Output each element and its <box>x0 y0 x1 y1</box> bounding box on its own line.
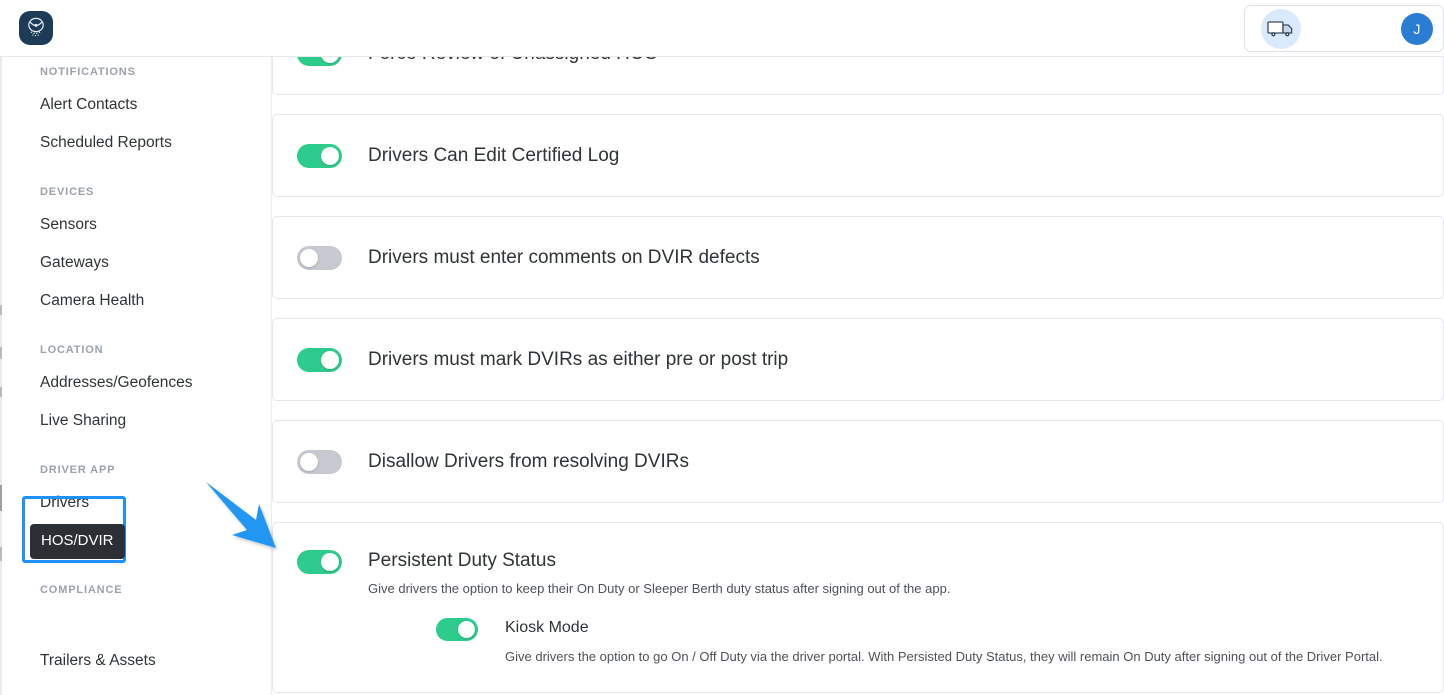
sidebar-item-scheduled-reports[interactable]: Scheduled Reports <box>0 127 271 159</box>
toggle-cell <box>273 245 368 270</box>
sidebar-group-label: DEVICES <box>40 186 95 198</box>
scroll-tick <box>0 305 2 315</box>
setting-card: Persistent Duty Status Give drivers the o… <box>272 522 1444 693</box>
top-header-bar: J <box>0 0 1444 57</box>
label-cell: Persistent Duty Status Give drivers the o… <box>368 549 1443 666</box>
setting-row: Persistent Duty Status Give drivers the o… <box>273 523 1443 692</box>
toggle-disallow-drivers-resolving-dvirs[interactable] <box>297 450 342 474</box>
sidebar-group-label: COMPLIANCE <box>40 584 123 596</box>
toggle-kiosk-mode[interactable] <box>436 618 478 641</box>
sidebar-item-live-sharing[interactable]: Live Sharing <box>0 405 271 437</box>
settings-main-panel: Force Review of Unassigned HOS Drivers Ca… <box>272 57 1444 695</box>
toggle-cell <box>273 449 368 474</box>
setting-row: Disallow Drivers from resolving DVIRs <box>273 421 1443 502</box>
scroll-tick <box>0 387 2 397</box>
label-cell: Drivers must enter comments on DVIR defe… <box>368 246 1443 270</box>
sidebar-item-addresses-geofences[interactable]: Addresses/Geofences <box>0 367 271 399</box>
sidebar-item-trailers-assets[interactable]: Trailers & Assets <box>0 645 271 677</box>
setting-title: Persistent Duty Status <box>368 550 556 571</box>
toggle-knob <box>321 351 339 369</box>
sidebar-item-gateways[interactable]: Gateways <box>0 247 271 279</box>
setting-card: Drivers must enter comments on DVIR defe… <box>272 216 1444 299</box>
toggle-cell <box>273 347 368 372</box>
toggle-cell <box>273 57 368 66</box>
label-cell: Disallow Drivers from resolving DVIRs <box>368 450 1443 474</box>
sidebar-item-alert-contacts[interactable]: Alert Contacts <box>0 89 271 121</box>
scroll-thumb[interactable] <box>0 485 2 511</box>
toggle-knob <box>300 249 318 267</box>
sidebar-item-camera-health[interactable]: Camera Health <box>0 285 271 317</box>
user-avatar[interactable]: J <box>1401 12 1433 45</box>
sub-label-cell: Kiosk Mode Give drivers the option to go … <box>505 617 1427 666</box>
sidebar-item-sensors[interactable]: Sensors <box>0 209 271 241</box>
settings-card-list: Force Review of Unassigned HOS Drivers Ca… <box>272 57 1444 695</box>
toggle-drivers-must-mark-dvirs-pre-post-trip[interactable] <box>297 348 342 372</box>
sub-setting-title: Kiosk Mode <box>505 619 589 636</box>
sidebar-item-drivers[interactable]: Drivers <box>0 487 271 519</box>
toggle-knob <box>321 147 339 165</box>
setting-row: Drivers must mark DVIRs as either pre or… <box>273 319 1443 400</box>
sub-setting-row: Kiosk Mode Give drivers the option to go … <box>368 617 1427 666</box>
setting-title: Drivers Can Edit Certified Log <box>368 144 620 166</box>
scroll-tick <box>0 347 2 359</box>
setting-card: Force Review of Unassigned HOS <box>272 57 1444 95</box>
truck-icon <box>1267 19 1295 39</box>
setting-card: Drivers must mark DVIRs as either pre or… <box>272 318 1444 401</box>
toggle-knob <box>321 553 339 571</box>
label-cell: Drivers must mark DVIRs as either pre or… <box>368 348 1443 372</box>
label-cell: Drivers Can Edit Certified Log <box>368 144 1443 168</box>
setting-title: Force Review of Unassigned HOS <box>368 57 1427 66</box>
toggle-cell <box>273 143 368 168</box>
toggle-drivers-can-edit-certified-log[interactable] <box>297 144 342 168</box>
sidebar-item-hos-dvir-active[interactable]: HOS/DVIR <box>30 524 125 559</box>
label-cell: Force Review of Unassigned HOS <box>368 57 1443 66</box>
setting-title: Disallow Drivers from resolving DVIRs <box>368 450 689 472</box>
sub-setting-description: Give drivers the option to go On / Off D… <box>505 649 1383 664</box>
setting-row: Drivers must enter comments on DVIR defe… <box>273 217 1443 298</box>
setting-title: Drivers must enter comments on DVIR defe… <box>368 246 760 268</box>
sidebar-scroll-content: NOTIFICATIONS Alert Contacts Scheduled Rep… <box>0 57 271 695</box>
setting-row: Force Review of Unassigned HOS <box>273 57 1443 94</box>
setting-title: Drivers must mark DVIRs as either pre or… <box>368 348 789 370</box>
samsara-owl-logo-icon <box>19 11 53 45</box>
avatar-initial: J <box>1413 20 1421 37</box>
scroll-tick <box>0 547 2 561</box>
sidebar-nav: NOTIFICATIONS Alert Contacts Scheduled Rep… <box>0 57 272 695</box>
toggle-knob <box>458 621 475 638</box>
toggle-drivers-must-enter-comments-dvir-defects[interactable] <box>297 246 342 270</box>
app-root: J NOTIFICATIONS Alert Contacts Scheduled R… <box>0 0 1444 695</box>
sidebar-group-label: DRIVER APP <box>40 464 116 476</box>
sidebar-scroll-track[interactable] <box>0 57 2 695</box>
sidebar-group-label: NOTIFICATIONS <box>40 66 136 78</box>
setting-card: Drivers Can Edit Certified Log <box>272 114 1444 197</box>
header-right-cluster: J <box>1244 5 1444 52</box>
setting-description: Give drivers the option to keep their On… <box>368 581 951 596</box>
toggle-knob <box>300 453 318 471</box>
toggle-persistent-duty-status[interactable] <box>297 550 342 574</box>
sidebar-item-label: HOS/DVIR <box>41 532 114 549</box>
app-logo[interactable] <box>18 10 54 46</box>
toggle-cell <box>273 549 368 574</box>
vehicle-selector-button[interactable] <box>1261 8 1301 49</box>
sub-toggle-cell <box>436 617 505 641</box>
setting-row: Drivers Can Edit Certified Log <box>273 115 1443 196</box>
sidebar-group-label: LOCATION <box>40 344 104 356</box>
setting-card: Disallow Drivers from resolving DVIRs <box>272 420 1444 503</box>
toggle-knob <box>321 57 339 63</box>
toggle-force-review-unassigned-hos[interactable] <box>297 57 342 66</box>
